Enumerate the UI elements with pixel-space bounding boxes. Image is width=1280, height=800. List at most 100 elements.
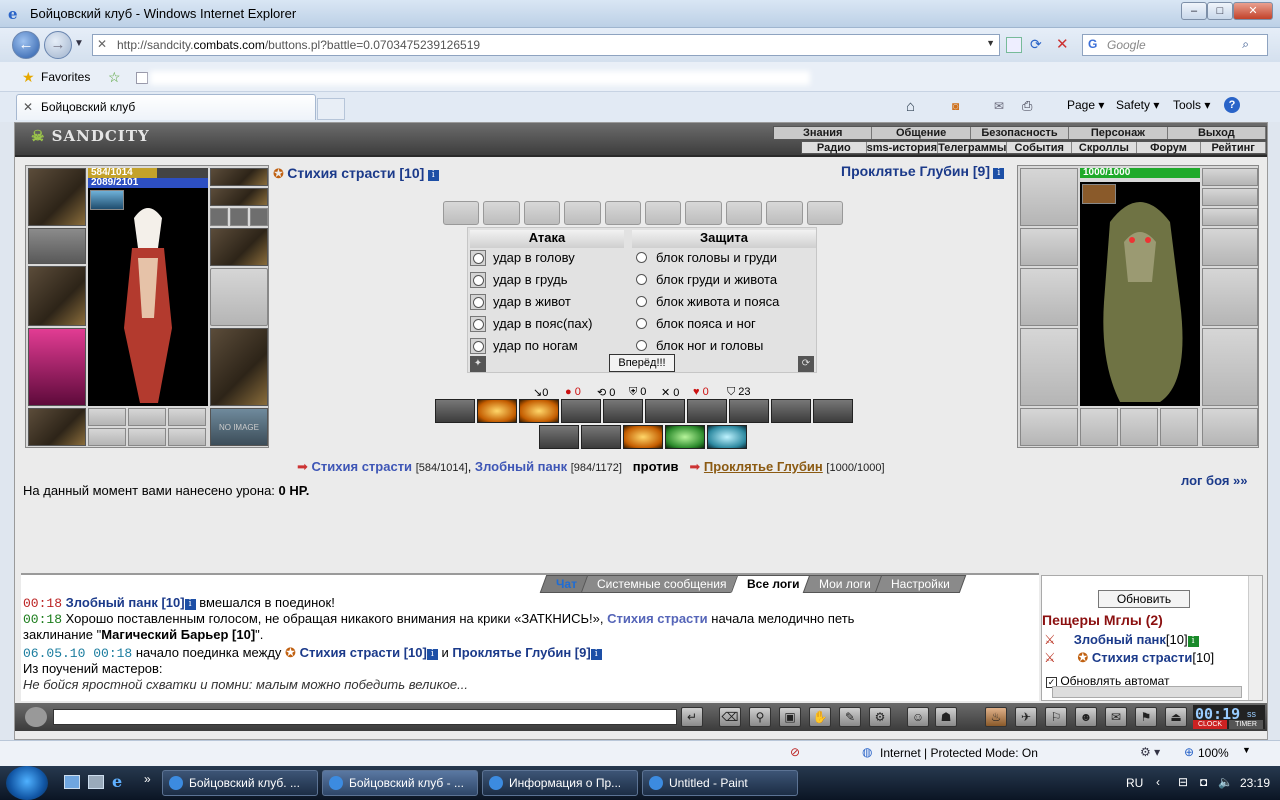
side-hscrollbar[interactable] xyxy=(1052,686,1242,698)
quest-icon[interactable]: ⚐ xyxy=(1045,707,1067,727)
scroll-slot[interactable] xyxy=(564,201,601,225)
skill-slot[interactable] xyxy=(603,399,643,423)
map-icon[interactable]: ✈ xyxy=(1015,707,1037,727)
compat-view-icon[interactable] xyxy=(1006,37,1022,53)
save-icon[interactable]: ▣ xyxy=(779,707,801,727)
vs-enemy[interactable]: Проклятье Глубин xyxy=(704,459,823,474)
armor-slot[interactable] xyxy=(28,328,86,406)
print-icon[interactable]: ⎙ xyxy=(1022,98,1032,114)
exit-icon[interactable]: ⏏ xyxy=(1165,707,1187,727)
taskbar-item-2[interactable]: Бойцовский клуб - ... xyxy=(322,770,478,796)
menu-scrolls[interactable]: Скроллы xyxy=(1072,142,1137,154)
back-button[interactable]: ← xyxy=(12,31,40,59)
tab-settings[interactable]: Настройки xyxy=(874,575,966,593)
gloves-slot[interactable] xyxy=(210,228,268,266)
defense-option-head-chest[interactable]: блок головы и груди xyxy=(636,248,777,268)
menu-events[interactable]: События xyxy=(1007,142,1073,154)
legs-slot[interactable] xyxy=(210,328,268,406)
message-user[interactable]: Проклятье Глубин [9] xyxy=(452,645,590,660)
skill-slot[interactable] xyxy=(623,425,663,449)
silence-icon[interactable]: ✋ xyxy=(809,707,831,727)
taskbar-item-1[interactable]: Бойцовский клуб. ... xyxy=(162,770,318,796)
scroll-slot[interactable] xyxy=(685,201,722,225)
ring-slot-3[interactable] xyxy=(250,208,268,226)
language-indicator[interactable]: RU xyxy=(1126,776,1143,790)
bag-slot-1[interactable] xyxy=(88,408,126,426)
forward-attack-button[interactable]: Вперёд!!! xyxy=(609,354,675,372)
security-zone[interactable]: Internet | Protected Mode: On xyxy=(880,746,1038,760)
bag-slot-4[interactable] xyxy=(88,428,126,446)
necklace-slot[interactable] xyxy=(28,228,86,264)
tray-app-icon[interactable]: ◘ xyxy=(1200,775,1207,789)
skill-slot[interactable] xyxy=(581,425,621,449)
online-user-name[interactable]: Стихия страсти xyxy=(1092,650,1193,665)
skill-slot[interactable] xyxy=(435,399,475,423)
scroll-slot[interactable] xyxy=(443,201,480,225)
bag-slot-6[interactable] xyxy=(168,428,206,446)
menu-vyhod[interactable]: Выход xyxy=(1168,127,1267,139)
defense-option-chest-belly[interactable]: блок груди и живота xyxy=(636,270,777,290)
prev-target-icon[interactable]: ✦ xyxy=(470,356,486,372)
message-user[interactable]: Злобный панк [10] xyxy=(66,595,185,610)
scroll-slot[interactable] xyxy=(523,201,561,225)
zoom-level[interactable]: 100% xyxy=(1198,746,1229,760)
battle-log-link[interactable]: лог боя »» xyxy=(1181,473,1248,488)
chat-mode-icon[interactable] xyxy=(25,707,47,727)
favorites-links[interactable] xyxy=(150,71,810,85)
ie-quicklaunch-icon[interactable]: e xyxy=(112,772,122,791)
inventory-icon[interactable]: ♨ xyxy=(985,707,1007,727)
scroll-slot[interactable] xyxy=(725,201,763,225)
network-icon[interactable]: ⊟ xyxy=(1178,775,1188,789)
show-desktop-icon[interactable] xyxy=(64,775,80,789)
info-icon[interactable]: i xyxy=(426,649,438,660)
menu-sms[interactable]: sms-история xyxy=(867,142,939,154)
earring-slot[interactable] xyxy=(210,168,268,186)
send-icon[interactable]: ↵ xyxy=(681,707,703,727)
belt-slot[interactable] xyxy=(28,408,86,446)
attack-option-belly[interactable]: удар в живот xyxy=(470,292,571,312)
home-icon[interactable]: ⌂ xyxy=(906,98,915,115)
defense-option-waist-legs[interactable]: блок пояса и ног xyxy=(636,314,756,334)
friends-icon[interactable]: ☻ xyxy=(1075,707,1097,727)
skill-slot[interactable] xyxy=(561,399,601,423)
attack-option-chest[interactable]: удар в грудь xyxy=(470,270,568,290)
taskbar-item-3[interactable]: Информация о Пр... xyxy=(482,770,638,796)
favorites-button[interactable]: Favorites xyxy=(41,70,90,84)
defense-option-belly-waist[interactable]: блок живота и пояса xyxy=(636,292,779,312)
forward-button[interactable]: → xyxy=(44,31,72,59)
new-tab-button[interactable] xyxy=(317,98,345,120)
message-user[interactable]: Стихия страсти [10] xyxy=(300,645,427,660)
bag-slot-5[interactable] xyxy=(128,428,166,446)
vs-player1[interactable]: Стихия страсти xyxy=(312,459,413,474)
privacy-icon[interactable]: ⚙ ▾ xyxy=(1140,745,1160,759)
scroll-slot[interactable] xyxy=(604,201,642,225)
address-bar[interactable]: ✕ http://sandcity.combats.com/buttons.pl… xyxy=(92,34,1000,56)
enemy-effect-icon[interactable] xyxy=(1082,184,1116,204)
ring-slot-1[interactable] xyxy=(210,208,228,226)
clear-icon[interactable]: ⌫ xyxy=(719,707,741,727)
weapon-slot[interactable] xyxy=(28,266,86,326)
timer-label[interactable]: TIMER xyxy=(1229,720,1263,729)
tray-expand-icon[interactable]: ‹ xyxy=(1156,775,1160,789)
favorite-page-icon[interactable] xyxy=(136,72,148,84)
skill-slot[interactable] xyxy=(519,399,559,423)
address-dropdown-icon[interactable]: ▼ xyxy=(986,38,995,48)
add-favorite-icon[interactable]: ☆ xyxy=(108,69,121,86)
search-icon[interactable]: ⌕ xyxy=(1242,37,1249,52)
menu-rating[interactable]: Рейтинг xyxy=(1201,142,1266,154)
player-info-icon[interactable]: i xyxy=(427,170,439,181)
clock-label[interactable]: CLOCK xyxy=(1193,720,1227,729)
translit-icon[interactable]: ✎ xyxy=(839,707,861,727)
clan-icon[interactable]: ☗ xyxy=(935,707,957,727)
bag-slot-3[interactable] xyxy=(168,408,206,426)
start-button[interactable] xyxy=(6,766,48,800)
menu-bezopasnost[interactable]: Безопасность xyxy=(971,127,1070,139)
menu-obshchenie[interactable]: Общение xyxy=(872,127,971,139)
menu-telegrams[interactable]: Телеграммы xyxy=(938,142,1008,154)
scroll-slot[interactable] xyxy=(766,201,803,225)
menu-forum[interactable]: Форум xyxy=(1137,142,1202,154)
scroll-slot[interactable] xyxy=(483,201,520,225)
scroll-slot[interactable] xyxy=(806,201,844,225)
tab-system[interactable]: Системные сообщения xyxy=(580,575,743,593)
online-user-name[interactable]: Злобный панк xyxy=(1074,632,1166,647)
